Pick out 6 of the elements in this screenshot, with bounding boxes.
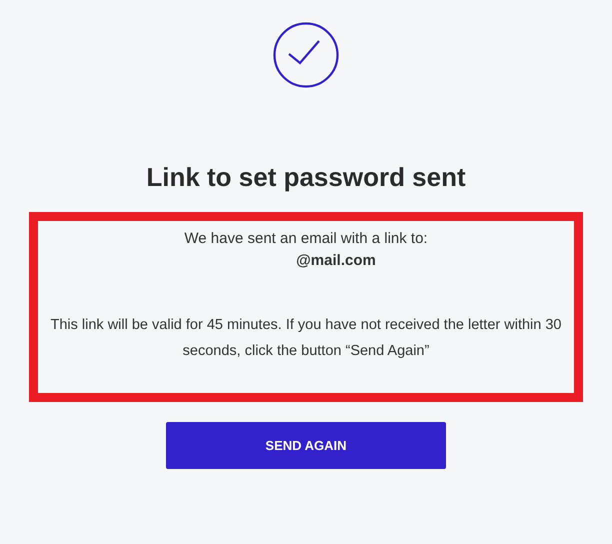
- page-title: Link to set password sent: [146, 161, 466, 194]
- email-address: @mail.com: [295, 251, 376, 271]
- sent-message: We have sent an email with a link to:: [184, 229, 428, 249]
- checkmark-circle-icon: [273, 22, 339, 88]
- send-again-button[interactable]: SEND AGAIN: [166, 422, 446, 469]
- validity-note: This link will be valid for 45 minutes. If you have not received the letter within 30 seconds, click the button “Send Again”: [50, 316, 562, 361]
